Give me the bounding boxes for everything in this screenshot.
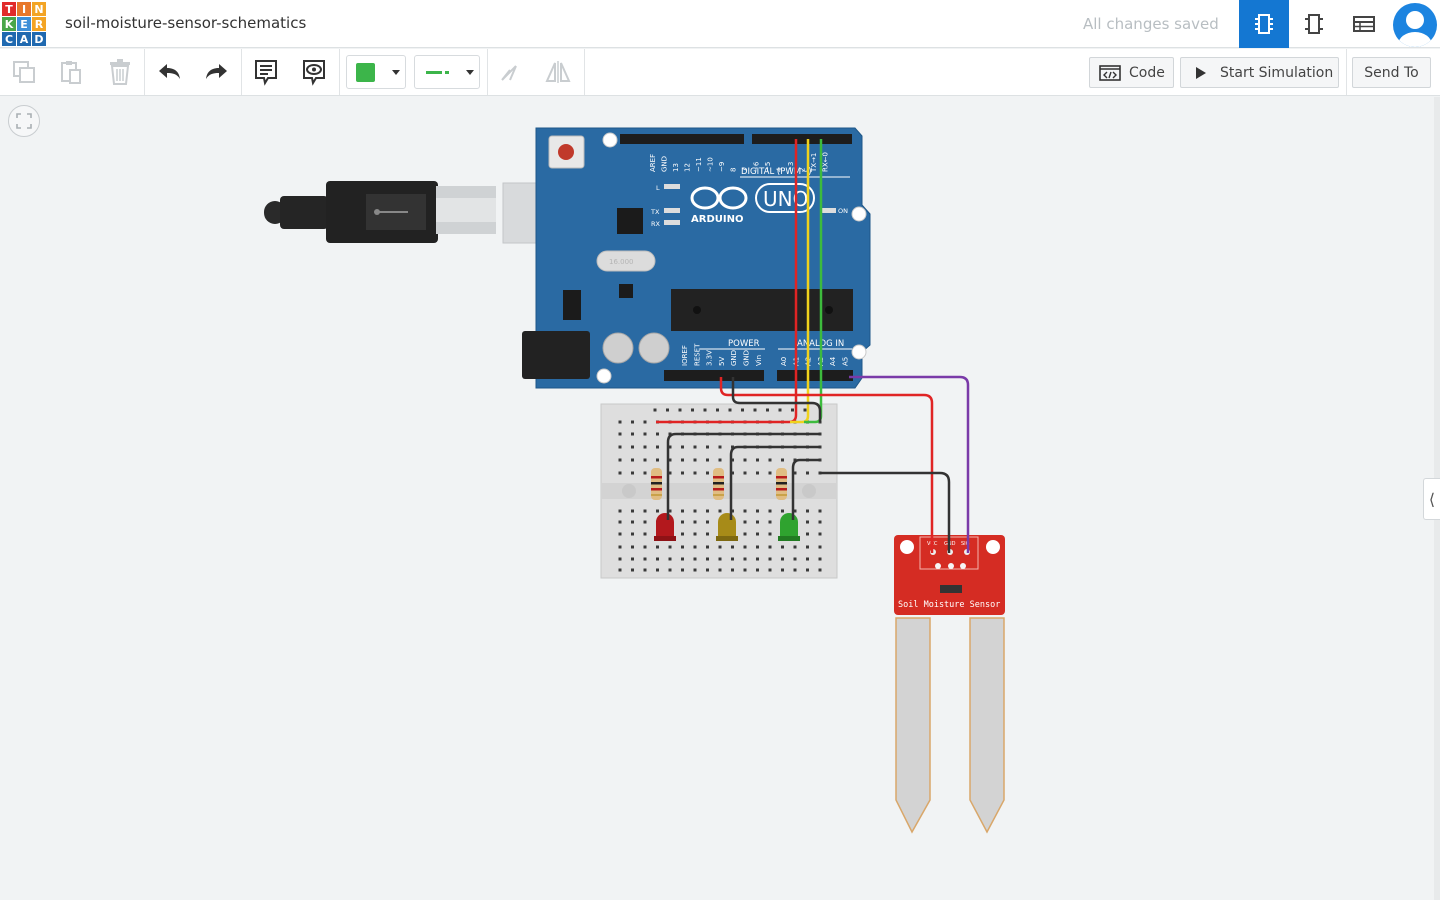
start-simulation-button[interactable]: Start Simulation [1180,57,1339,88]
copy-button[interactable] [1,49,47,95]
save-status: All changes saved [1083,15,1219,33]
schematic-view-button[interactable] [1289,0,1339,48]
code-button[interactable]: Code [1089,57,1174,88]
schematic-view-icon [1305,14,1323,34]
chevron-left-icon: ⟨ [1428,489,1436,509]
play-icon [1196,66,1206,79]
notes-button[interactable] [243,49,289,95]
project-title[interactable]: soil-moisture-sensor-schematics [65,14,306,32]
undo-icon [159,64,180,79]
flip-icon [545,61,571,83]
rotate-button[interactable] [487,49,533,95]
circuit-view-icon [1255,14,1273,34]
delete-button[interactable] [97,49,143,95]
send-to-button[interactable]: Send To [1352,57,1431,88]
undo-button[interactable] [147,49,193,95]
logo-letter: N [32,2,46,16]
logo-letter: K [2,17,16,31]
copy-icon [13,61,35,83]
fit-view-button[interactable] [8,105,40,137]
wire-style-picker[interactable] [414,55,480,89]
redo-icon [206,64,227,79]
user-avatar[interactable] [1393,3,1437,47]
component-list-button[interactable] [1339,0,1389,48]
fit-view-icon [16,113,32,129]
send-to-label: Send To [1364,64,1419,81]
trash-icon [110,59,130,85]
chevron-down-icon [392,70,400,75]
logo-letter: R [32,17,46,31]
start-simulation-label: Start Simulation [1220,64,1334,81]
wire-color-picker[interactable] [346,55,406,89]
circuit-view-button[interactable] [1239,0,1289,48]
chevron-down-icon [466,70,474,75]
logo-letter: C [2,32,16,46]
circuit-canvas[interactable] [0,97,1434,900]
tinkercad-logo[interactable]: T I N K E R C A D [2,2,46,46]
wire-style-preview [426,71,442,74]
top-bar: T I N K E R C A D soil-moisture-sensor-s… [0,0,1440,48]
logo-letter: E [17,17,31,31]
code-icon [1099,64,1121,81]
logo-letter: T [2,2,16,16]
paste-button[interactable] [48,49,94,95]
rotate-icon [501,65,517,81]
eye-note-icon [303,60,325,86]
notes-icon [255,60,277,86]
logo-letter: A [17,32,31,46]
flip-button[interactable] [535,49,581,95]
toggle-notes-button[interactable] [291,49,337,95]
logo-letter: D [32,32,46,46]
editor-toolbar: Code Start Simulation Send To [0,49,1440,96]
paste-icon [61,61,81,84]
wire-color-swatch [356,63,375,82]
user-icon [1398,11,1432,47]
code-button-label: Code [1129,64,1165,81]
logo-letter: I [17,2,31,16]
redo-button[interactable] [193,49,239,95]
components-panel-toggle[interactable]: ⟨ [1423,478,1440,520]
component-list-icon [1353,16,1375,32]
